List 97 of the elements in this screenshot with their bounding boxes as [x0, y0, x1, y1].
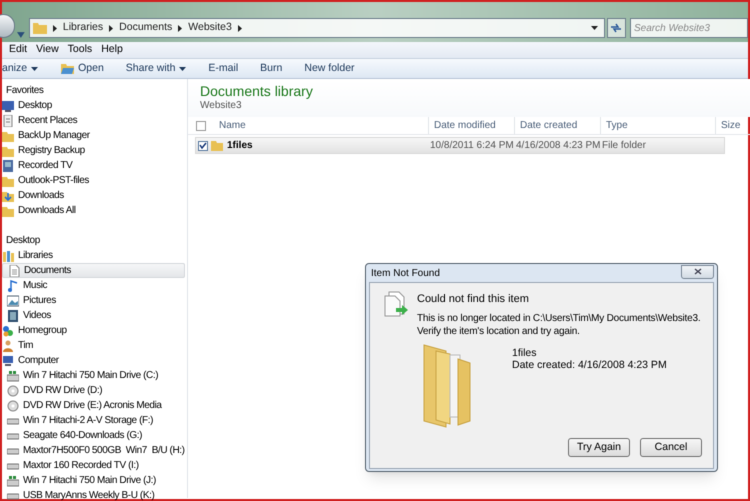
column-header[interactable]: Size [715, 117, 750, 134]
nav-item[interactable]: Homegroup [2, 323, 187, 338]
folder-icon [2, 144, 14, 156]
folder-icon [32, 22, 47, 34]
nav-item[interactable]: Libraries [2, 248, 187, 263]
folder-icon [2, 204, 14, 216]
column-header[interactable]: Type [600, 117, 715, 134]
nav-item[interactable]: Computer [2, 353, 187, 368]
menu-item[interactable]: Tools [64, 42, 96, 58]
nav-item[interactable]: DVD RW Drive (E:) Acronis Media [2, 398, 187, 413]
nav-item[interactable]: Recent Places [2, 113, 187, 128]
nav-item[interactable]: Maxtor 160 Recorded TV (I:) [2, 458, 187, 473]
library-subtitle: Website3 [200, 100, 243, 112]
nav-item[interactable]: Recorded TV [2, 158, 187, 173]
picture-icon [7, 294, 19, 306]
dialog-button[interactable]: Try Again [568, 438, 630, 457]
nav-item[interactable]: DVD RW Drive (D:) [2, 383, 187, 398]
drive-icon [7, 370, 19, 382]
breadcrumb-link[interactable]: Libraries [62, 20, 104, 36]
nav-item[interactable]: Tim [2, 338, 187, 353]
column-header[interactable]: Name [214, 117, 428, 134]
search-field[interactable]: Search Website3 [630, 18, 748, 38]
item-date: Date created: 4/16/2008 4:23 PM [512, 358, 667, 373]
network-icon [2, 324, 14, 336]
nav-item[interactable]: Win 7 Hitachi-2 A-V Storage (F:) [2, 413, 187, 428]
nav-item[interactable]: Downloads All [2, 203, 187, 218]
document-icon [8, 264, 20, 276]
folder-icon [2, 130, 14, 142]
library-icon [2, 250, 14, 262]
nav-item[interactable]: Desktop [2, 233, 187, 248]
chevron-icon [109, 24, 114, 32]
film-icon [7, 310, 19, 322]
nav-item[interactable]: Favorites [2, 83, 187, 98]
drive-icon [7, 474, 19, 486]
toolbar-button[interactable]: Burn [249, 59, 294, 78]
desktop-icon [2, 100, 14, 112]
nav-item[interactable]: Pictures [2, 293, 187, 308]
nav-item[interactable]: Desktop [2, 98, 187, 113]
toolbar-button[interactable]: anize [2, 59, 50, 78]
close-icon [694, 268, 702, 275]
refresh-button[interactable] [606, 18, 626, 38]
checkbox[interactable] [196, 120, 206, 130]
nav-item[interactable]: BackUp Manager [2, 128, 187, 143]
breadcrumb-link[interactable]: Website3 [188, 20, 232, 36]
nav-item[interactable]: Seagate 640-Downloads (G:) [2, 428, 187, 443]
checkbox[interactable] [198, 140, 208, 150]
breadcrumb-link[interactable]: Documents [119, 20, 172, 36]
refresh-icon [610, 23, 622, 33]
user-icon [2, 340, 14, 352]
nav-item[interactable]: Registry Backup [2, 143, 187, 158]
file-row[interactable]: 1files 10/8/2011 6:24 PM 4/16/2008 4:23 PM File folder [195, 137, 725, 154]
table-cell-text: 4/16/2008 4:23 PM [515, 139, 598, 153]
table-cell-text: 10/8/2011 6:24 PM [429, 139, 512, 153]
dialog-title: Item Not Found [370, 266, 440, 280]
table-cell-text: 1files [226, 139, 254, 153]
dialog-heading: Could not find this item [417, 292, 529, 307]
music-note-icon [7, 280, 19, 292]
menu-item[interactable]: Edit [6, 42, 30, 58]
item-name: 1files [512, 346, 537, 360]
address-bar[interactable]: Libraries Documents Website3 [28, 18, 605, 38]
chevron-icon [178, 24, 182, 32]
history-dropdown-icon[interactable] [17, 32, 25, 38]
library-title: Documents library [200, 82, 314, 100]
computer-icon [2, 354, 14, 366]
nav-item[interactable]: Maxtor7H500F0 500GB Win7 B/U (H:) [2, 443, 187, 458]
nav-item[interactable]: Outlook-PST-files [2, 173, 187, 188]
column-header[interactable]: Date created [514, 117, 600, 134]
nav-item[interactable]: Music [2, 278, 187, 293]
nav-item[interactable]: Win 7 Hitachi 750 Main Drive (J:) [2, 473, 187, 488]
toolbar-button[interactable]: Open [50, 59, 115, 78]
toolbar-button[interactable]: New folder [293, 59, 366, 78]
folder-icon [2, 174, 14, 186]
dialog-message: This is no longer located in C:\Users\Tim\My Documents\Website3. Verify the item's location and try again. [417, 312, 702, 338]
menu-item[interactable]: View [33, 42, 62, 58]
disc-icon [7, 400, 19, 412]
nav-item[interactable]: Videos [2, 308, 187, 323]
folder-icon [61, 63, 74, 74]
nav-item[interactable]: Downloads [2, 188, 187, 203]
chevron-icon [238, 24, 242, 32]
nav-item[interactable]: USB MaryAnns Weekly B-U (K:) [2, 488, 187, 501]
toolbar-button[interactable]: E-mail [197, 59, 250, 78]
dialog-button[interactable]: Cancel [640, 438, 702, 457]
document-icon [2, 114, 14, 126]
chevron-icon [52, 24, 57, 32]
close-button[interactable] [681, 264, 714, 278]
document-arrow-icon [384, 291, 410, 318]
nav-item[interactable]: Win 7 Hitachi 750 Main Drive (C:) [2, 368, 187, 383]
column-header[interactable]: Date modified [428, 117, 514, 134]
download-folder-icon [2, 190, 14, 202]
folder-icon [211, 140, 223, 151]
toolbar-button[interactable]: Share with [114, 59, 198, 78]
table-cell-text: File folder [601, 139, 647, 153]
menu-item[interactable]: Help [98, 42, 126, 58]
tv-icon [2, 160, 14, 172]
disc-icon [7, 384, 19, 396]
dropdown-icon [590, 26, 598, 30]
nav-item[interactable]: Documents [2, 263, 185, 278]
